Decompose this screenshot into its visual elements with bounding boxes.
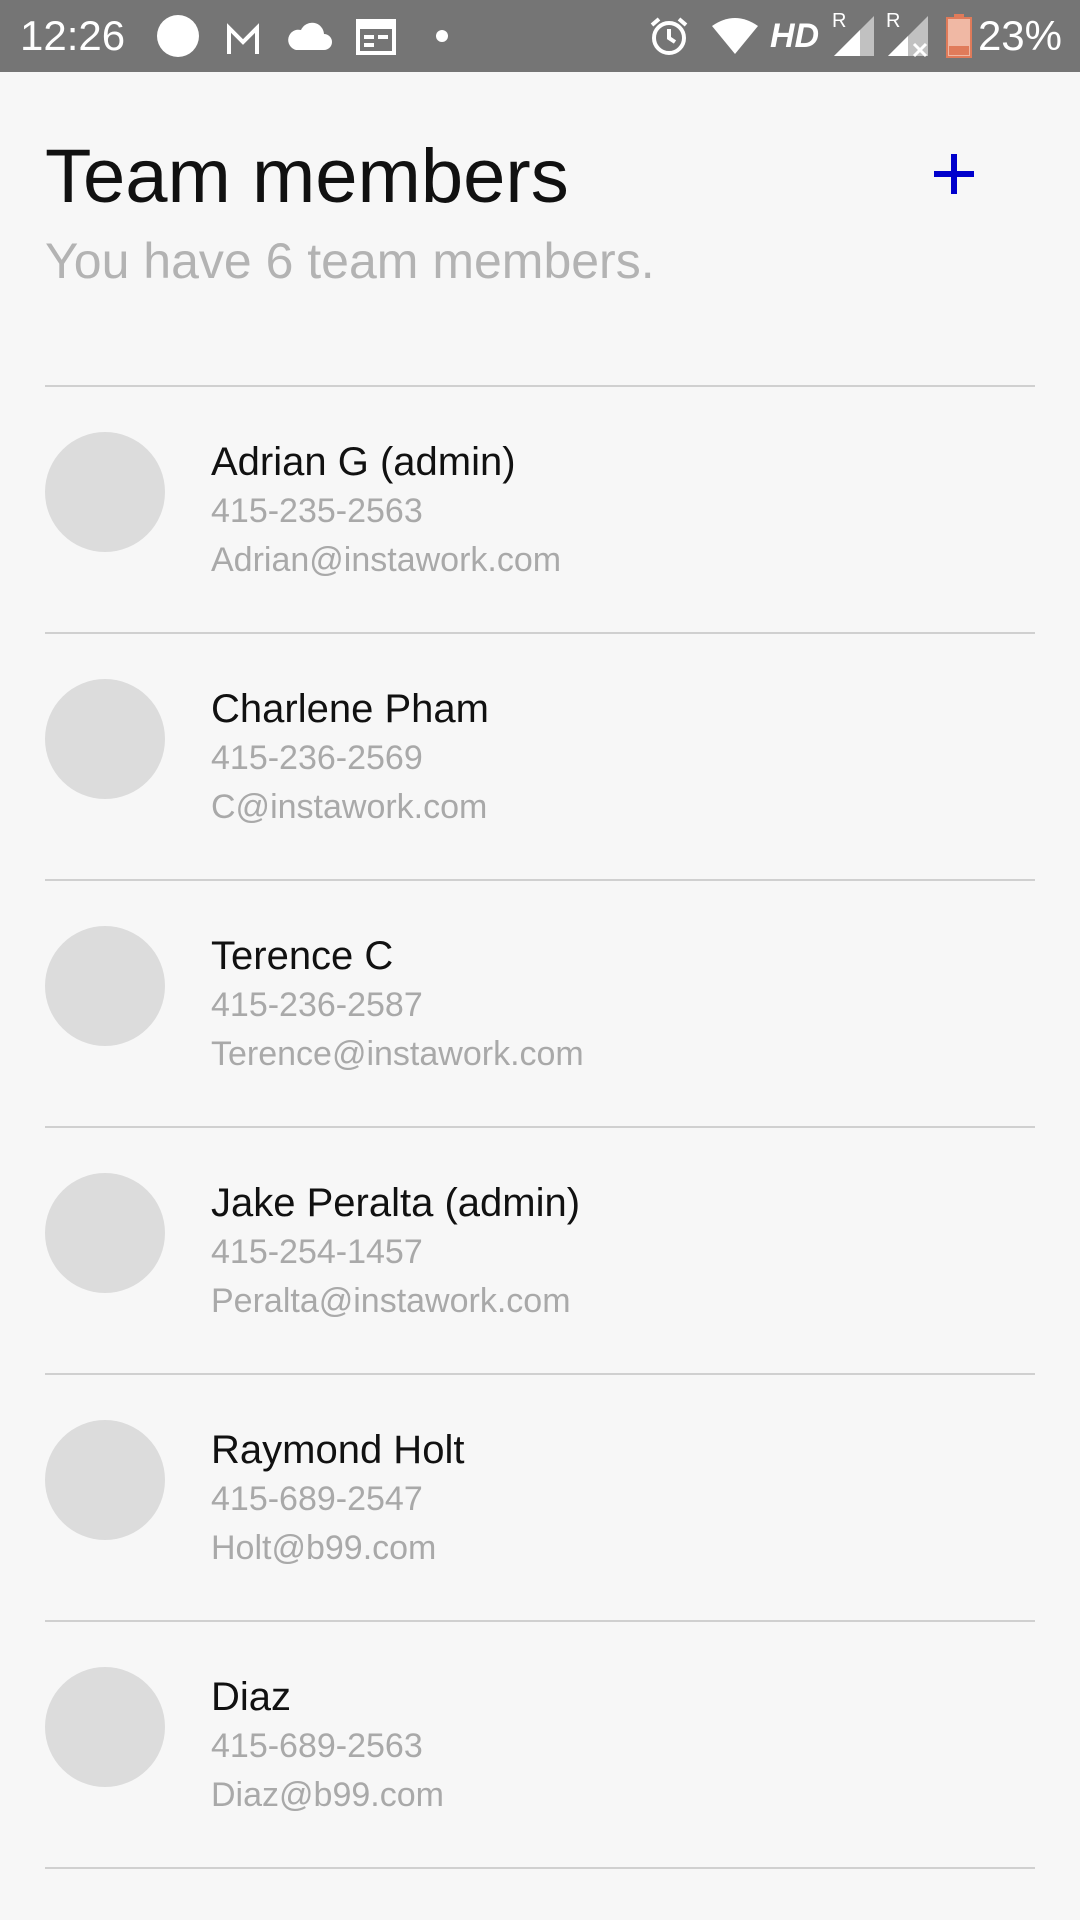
network-type: HD (770, 17, 820, 55)
member-name: Raymond Holt (211, 1428, 465, 1472)
list-item[interactable]: Diaz 415-689-2563 Diaz@b99.com (45, 1622, 1035, 1869)
team-member-list: Adrian G (admin) 415-235-2563 Adrian@insta… (45, 385, 1035, 1869)
member-email: Adrian@instawork.com (211, 541, 562, 579)
member-phone: 415-689-2547 (211, 1480, 423, 1518)
avatar (45, 432, 165, 552)
calendar-icon (356, 14, 396, 58)
member-email: Holt@b99.com (211, 1529, 437, 1567)
list-item[interactable]: Raymond Holt 415-689-2547 Holt@b99.com (45, 1375, 1035, 1622)
list-item[interactable]: Terence C 415-236-2587 Terence@instawork.c… (45, 881, 1035, 1128)
plus-icon (934, 154, 974, 194)
member-email: Diaz@b99.com (211, 1776, 444, 1814)
member-info: Adrian G (admin) 415-235-2563 Adrian@insta… (211, 437, 561, 585)
avatar (45, 1667, 165, 1787)
roaming-marker: R (832, 10, 847, 32)
member-name: Charlene Pham (211, 687, 489, 731)
member-email: Peralta@instawork.com (211, 1282, 571, 1320)
member-phone: 415-689-2563 (211, 1727, 423, 1765)
avatar (45, 679, 165, 799)
member-email: C@instawork.com (211, 788, 488, 826)
member-name: Diaz (211, 1675, 292, 1719)
status-time: 12:26 (20, 12, 126, 59)
alarm-icon (648, 14, 690, 58)
member-email: Terence@instawork.com (211, 1035, 584, 1073)
list-item[interactable]: Adrian G (admin) 415-235-2563 Adrian@insta… (45, 387, 1035, 634)
page-title: Team members (45, 134, 569, 219)
list-item[interactable]: Charlene Pham 415-236-2569 C@instawork.com (45, 634, 1035, 881)
member-phone: 415-236-2587 (211, 986, 423, 1024)
member-phone: 415-235-2563 (211, 492, 423, 530)
circle-notification-icon (156, 14, 200, 58)
status-bar: 12:26 HD R R 23% (0, 0, 1080, 72)
roaming-marker-2: R (886, 10, 901, 32)
member-info: Diaz 415-689-2563 Diaz@b99.com (211, 1672, 444, 1820)
member-name: Terence C (211, 934, 394, 978)
member-count-subtitle: You have 6 team members. (45, 233, 655, 289)
wifi-icon (712, 14, 758, 58)
avatar (45, 1420, 165, 1540)
member-info: Raymond Holt 415-689-2547 Holt@b99.com (211, 1425, 464, 1573)
member-phone: 415-254-1457 (211, 1233, 423, 1271)
avatar (45, 1173, 165, 1293)
member-info: Charlene Pham 415-236-2569 C@instawork.com (211, 684, 489, 832)
battery-percent: 23% (977, 12, 1062, 59)
gmail-icon (226, 14, 260, 58)
member-name: Adrian G (admin) (211, 440, 516, 484)
member-info: Jake Peralta (admin) 415-254-1457 Peralta@… (211, 1178, 580, 1326)
member-info: Terence C 415-236-2587 Terence@instawork.c… (211, 931, 584, 1079)
avatar (45, 926, 165, 1046)
cloud-icon (286, 14, 332, 58)
member-phone: 415-236-2569 (211, 739, 423, 777)
dot-icon (434, 14, 450, 58)
list-item[interactable]: Jake Peralta (admin) 415-254-1457 Peralta@… (45, 1128, 1035, 1375)
member-name: Jake Peralta (admin) (211, 1181, 581, 1225)
add-member-button[interactable] (918, 138, 990, 210)
battery-icon (946, 14, 972, 58)
